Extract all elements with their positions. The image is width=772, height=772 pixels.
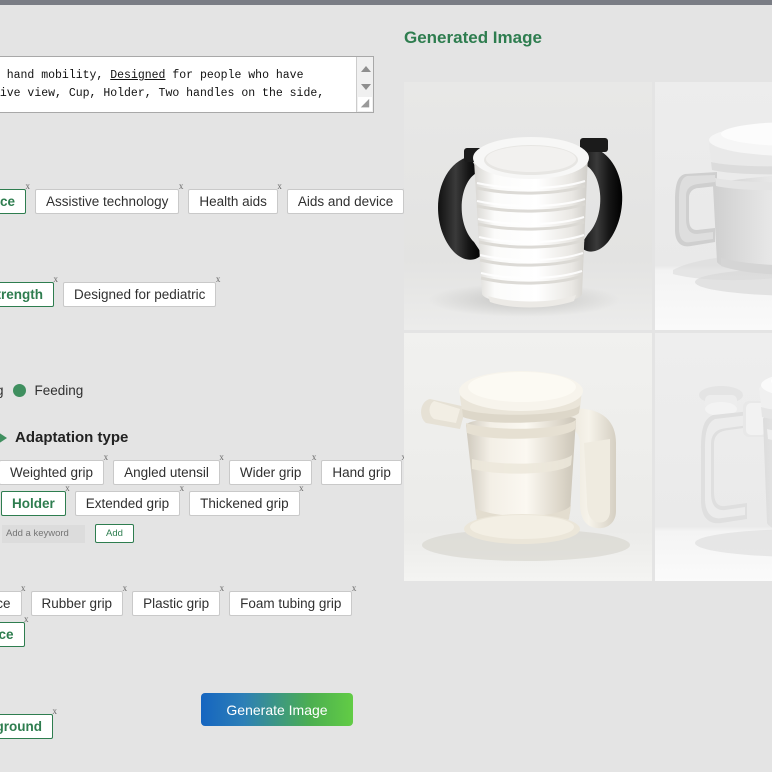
- chip-remove-icon[interactable]: x: [219, 452, 224, 462]
- chip-weighted-grip[interactable]: Weighted grip x: [0, 452, 108, 485]
- adaptation-type-section-header[interactable]: Adaptation type: [0, 429, 128, 446]
- chip-remove-icon[interactable]: x: [53, 706, 58, 716]
- prompt-builder-panel: have limited hand mobility, Designed for…: [0, 5, 408, 772]
- chip-label: Foam tubing grip: [240, 596, 342, 611]
- generated-image-1[interactable]: [404, 82, 652, 330]
- chip-assistive-technology[interactable]: Assistive technology x: [35, 181, 183, 214]
- chip-label: Plastic grip: [143, 596, 210, 611]
- caret-up-icon[interactable]: [361, 66, 371, 72]
- adaptation-chip-row-1: Weighted grip x Angled utensil x Wider gri…: [0, 452, 411, 485]
- chip-label: Thickened grip: [200, 496, 289, 511]
- chip-remove-icon[interactable]: x: [65, 483, 70, 493]
- generate-image-button[interactable]: Generate Image: [201, 693, 353, 726]
- background-chip-row: ackground x: [0, 706, 62, 739]
- chip-rubber-grip[interactable]: Rubber grip x: [30, 583, 127, 616]
- chip-label: Weighted grip: [10, 465, 94, 480]
- chip-hand-grip[interactable]: Hand gripx: [321, 452, 406, 485]
- adaptation-chip-row-2: Holder x Extended grip x Thickened grip x: [1, 483, 309, 516]
- user-condition-chip-row: hand strength x Designed for pediatric x: [0, 274, 225, 307]
- chip-remove-icon[interactable]: x: [352, 583, 357, 593]
- chip-label: Wider grip: [239, 465, 302, 480]
- generated-image-title: Generated Image: [404, 28, 542, 47]
- chip-hand-strength[interactable]: hand strength x: [0, 274, 58, 307]
- chip-remove-icon[interactable]: x: [179, 181, 184, 191]
- chip-remove-icon[interactable]: x: [220, 583, 225, 593]
- add-keyword-button[interactable]: Add: [95, 524, 134, 543]
- chip-label: Holder: [12, 496, 55, 511]
- generated-image-2[interactable]: [655, 82, 772, 330]
- chip-label: Designed for pediatric: [74, 287, 206, 302]
- chip-remove-icon[interactable]: x: [26, 181, 31, 191]
- chip-label: ackground: [0, 719, 43, 734]
- chip-remove-icon[interactable]: x: [299, 483, 304, 493]
- chip-remove-icon[interactable]: x: [180, 483, 185, 493]
- triangle-right-icon[interactable]: [0, 431, 7, 444]
- chip-label: device: [0, 194, 16, 209]
- chip-remove-icon[interactable]: x: [312, 452, 317, 462]
- radio-selected-icon[interactable]: [12, 384, 26, 397]
- chip-remove-icon[interactable]: x: [277, 181, 282, 191]
- prompt-underlined-word: Designed: [110, 69, 166, 82]
- chip-foam-tubing-grip[interactable]: Foam tubing grip x: [229, 583, 356, 616]
- chip-remove-icon[interactable]: x: [216, 274, 221, 284]
- surface-chip-row-2: urfacex: [0, 614, 34, 647]
- chip-remove-icon[interactable]: x: [21, 583, 26, 593]
- keyword-input[interactable]: [2, 524, 85, 543]
- radio-label-truncated: g: [0, 383, 4, 398]
- chip-remove-icon[interactable]: x: [54, 274, 59, 284]
- radio-label-feeding[interactable]: Feeding: [35, 383, 84, 398]
- chip-surface-selected[interactable]: urfacex: [0, 614, 29, 647]
- chip-label: Rubber grip: [41, 596, 113, 611]
- chip-angled-utensil[interactable]: Angled utensil x: [113, 452, 224, 485]
- chip-plastic-grip[interactable]: Plastic grip x: [132, 583, 224, 616]
- resize-grip-icon[interactable]: ◢: [358, 97, 372, 111]
- chip-wider-grip[interactable]: Wider grip x: [228, 452, 316, 485]
- chip-background-selected[interactable]: ackground x: [0, 706, 57, 739]
- generated-image-3[interactable]: [404, 333, 652, 581]
- chip-label: Hand grip: [332, 465, 391, 480]
- chip-surface-truncated[interactable]: urfacex: [0, 583, 26, 616]
- chip-label: Assistive technology: [46, 194, 169, 209]
- generated-image-4[interactable]: [655, 333, 772, 581]
- chip-remove-icon[interactable]: x: [24, 614, 29, 624]
- chip-label: urface: [0, 596, 11, 611]
- chip-label: Angled utensil: [124, 465, 209, 480]
- chip-label: Aids and device: [297, 194, 394, 209]
- chip-label: hand strength: [0, 287, 43, 302]
- generated-image-panel: Generated Image: [392, 5, 772, 772]
- chip-label: urface: [0, 627, 14, 642]
- chip-remove-icon[interactable]: x: [123, 583, 128, 593]
- chip-health-aids[interactable]: Health aids x: [188, 181, 282, 214]
- product-category-chip-row: devicex Assistive technologyx Health aid…: [0, 181, 413, 214]
- chip-device[interactable]: devicex: [0, 181, 30, 214]
- add-keyword-row: Add: [2, 524, 134, 543]
- prompt-text: have limited hand mobility, Designed for…: [0, 69, 325, 100]
- generated-image-grid: [404, 82, 772, 586]
- chip-designed-for-pediatric[interactable]: Designed for pediatric x: [63, 274, 220, 307]
- caret-down-icon[interactable]: [361, 84, 371, 90]
- chip-aids-and-device[interactable]: Aids and devicex: [286, 181, 408, 214]
- activity-radio-row: g Feeding: [0, 383, 83, 398]
- chip-extended-grip[interactable]: Extended grip x: [74, 483, 184, 516]
- chip-label: Health aids: [199, 194, 267, 209]
- surface-chip-row-1: urfacex Rubber gripx Plastic gripx Foam …: [0, 583, 361, 616]
- chip-label: Extended grip: [85, 496, 170, 511]
- chip-holder[interactable]: Holder x: [1, 483, 70, 516]
- section-title: Adaptation type: [15, 429, 129, 446]
- chip-remove-icon[interactable]: x: [104, 452, 109, 462]
- prompt-textarea[interactable]: have limited hand mobility, Designed for…: [0, 56, 374, 113]
- chip-thickened-grip[interactable]: Thickened grip x: [189, 483, 304, 516]
